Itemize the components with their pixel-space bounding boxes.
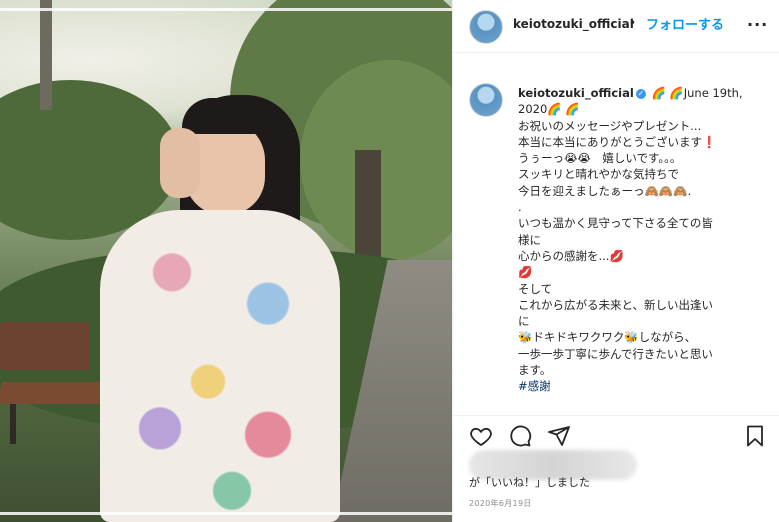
profile-avatar[interactable]: [469, 10, 503, 44]
caption-line: 🐝ドキドキワクワク🐝しながら、: [518, 330, 697, 345]
caption-line: 本当に本当にありがとうございます❗: [518, 134, 717, 149]
caption-line: keiotozuki_official ✓ 🌈 🌈June 19th,: [518, 85, 763, 101]
heart-icon[interactable]: [469, 424, 493, 448]
caption-avatar[interactable]: [469, 83, 503, 117]
caption-line: 今日を迎えましたぁーっ🙈🙈🙈.: [518, 183, 692, 198]
caption-line: いつも温かく見守って下さる全ての皆: [518, 216, 713, 231]
tree-trunk: [40, 0, 52, 110]
caption-line: 一歩一歩丁寧に歩んで行きたいと思い: [518, 346, 713, 361]
likes-text[interactable]: が「いいね！」しました: [469, 474, 590, 490]
caption-line: ます。: [518, 363, 552, 378]
caption-line: に: [518, 314, 530, 329]
woman-hand: [160, 128, 200, 198]
hashtag-link[interactable]: #感謝: [518, 378, 763, 394]
follow-button[interactable]: フォローする: [646, 14, 724, 33]
top-divider: [0, 8, 452, 11]
caption-line: 💋: [518, 265, 533, 280]
post-photo[interactable]: [0, 0, 452, 522]
caption-line: お祝いのメッセージやプレゼント...: [518, 118, 702, 133]
woman-bangs: [182, 98, 274, 134]
floral-dress: [100, 210, 340, 522]
more-options-icon[interactable]: ...: [747, 11, 768, 30]
bottom-divider: [0, 512, 452, 515]
comment-icon[interactable]: [508, 424, 532, 448]
post-caption: keiotozuki_official ✓ 🌈 🌈June 19th, 2020🌈…: [453, 53, 779, 413]
caption-line: これから広がる未来と、新しい出逢い: [518, 297, 714, 312]
post-side-panel: keiotozuki_official • フォローする ... keiotoz…: [452, 0, 779, 522]
caption-line: そして: [518, 281, 553, 296]
caption-line: 様に: [518, 232, 541, 247]
caption-username[interactable]: keiotozuki_official: [518, 86, 634, 100]
caption-line: うぅーっ😭😭 嬉しいです。。。: [518, 151, 682, 166]
post-header: keiotozuki_official • フォローする ...: [453, 0, 779, 53]
caption-text: keiotozuki_official ✓ 🌈 🌈June 19th, 2020🌈…: [518, 85, 763, 395]
bookmark-icon[interactable]: [743, 424, 767, 448]
likes-summary: が「いいね！」しました: [469, 450, 729, 490]
paper-plane-icon[interactable]: [547, 424, 571, 448]
post-date[interactable]: 2020年6月19日: [469, 498, 532, 509]
caption-line: 🌈 🌈June 19th,: [651, 86, 743, 100]
caption-line: 心からの感謝を...💋: [518, 248, 624, 263]
tree-trunk: [355, 150, 381, 270]
caption-line: 2020🌈 🌈: [518, 102, 580, 117]
verified-icon: ✓: [635, 88, 646, 99]
caption-line: スッキリと晴れやかな気持ちで: [518, 167, 679, 182]
header-username[interactable]: keiotozuki_official: [513, 17, 634, 31]
caption-line: .: [518, 200, 522, 215]
separator-dot: •: [629, 16, 637, 30]
